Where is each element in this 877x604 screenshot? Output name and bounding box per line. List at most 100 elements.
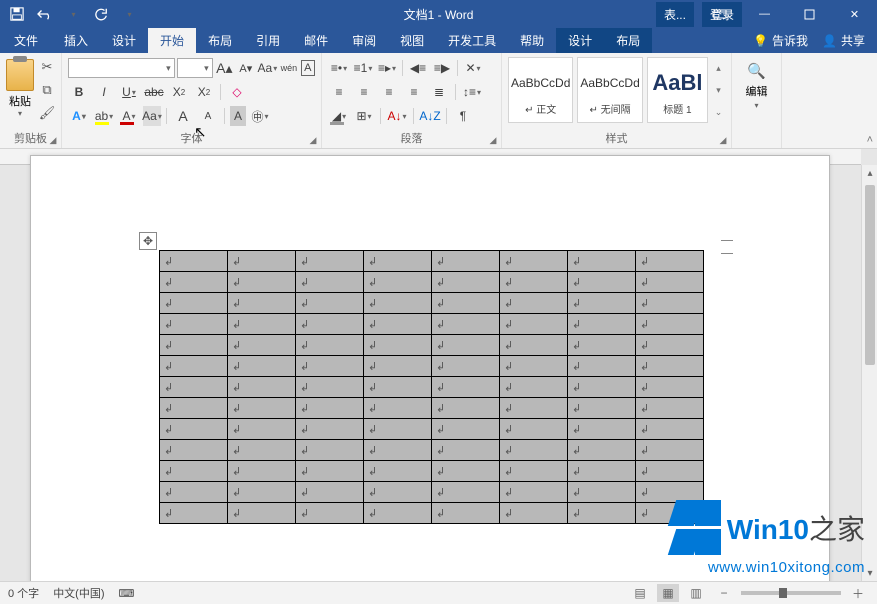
table-cell[interactable]: ↲ [432, 293, 500, 314]
minimize-button[interactable]: — [742, 0, 787, 28]
table-move-handle[interactable]: ✥ [139, 232, 157, 250]
share-button[interactable]: 👤共享 [822, 32, 865, 49]
scroll-up-button[interactable]: ▴ [862, 165, 877, 181]
table-cell[interactable]: ↲ [160, 419, 228, 440]
tab-help[interactable]: 帮助 [508, 28, 556, 53]
find-icon[interactable]: 🔍 [747, 61, 767, 81]
style-heading1[interactable]: AaBl 标题 1 [647, 57, 708, 123]
table-cell[interactable]: ↲ [500, 377, 568, 398]
ribbon-display-options[interactable] [697, 0, 742, 28]
table-cell[interactable]: ↲ [228, 314, 296, 335]
table-cell[interactable]: ↲ [432, 335, 500, 356]
shading-button[interactable]: ◢ [328, 106, 350, 126]
table-cell[interactable]: ↲ [364, 272, 432, 293]
collapse-ribbon-button[interactable]: ˄ [867, 134, 873, 146]
clear-formatting-button[interactable]: ◇ [226, 82, 248, 102]
tab-review[interactable]: 审阅 [340, 28, 388, 53]
italic-button[interactable]: I [93, 82, 115, 102]
table-cell[interactable]: ↲ [636, 314, 704, 335]
table-cell[interactable]: ↲ [636, 461, 704, 482]
tab-home[interactable]: 开始 [148, 28, 196, 53]
tell-me[interactable]: 💡告诉我 [753, 32, 808, 49]
table-cell[interactable]: ↲ [228, 398, 296, 419]
table-cell[interactable]: ↲ [636, 356, 704, 377]
text-effects-button[interactable]: A [68, 106, 90, 126]
undo-dropdown[interactable] [60, 2, 86, 26]
table-cell[interactable]: ↲ [568, 419, 636, 440]
table-cell[interactable]: ↲ [636, 272, 704, 293]
redo-button[interactable] [88, 2, 114, 26]
table-cell[interactable]: ↲ [500, 356, 568, 377]
cut-button[interactable]: ✂ [37, 57, 57, 77]
table-cell[interactable]: ↲ [568, 314, 636, 335]
phonetic-guide-button[interactable]: wén [279, 58, 298, 78]
table-cell[interactable]: ↲ [568, 293, 636, 314]
table-cell[interactable]: ↲ [160, 335, 228, 356]
table-cell[interactable]: ↲ [568, 377, 636, 398]
asian-layout-button[interactable]: ✕ [462, 58, 484, 78]
table-cell[interactable]: ↲ [296, 419, 364, 440]
tab-references[interactable]: 引用 [244, 28, 292, 53]
table-cell[interactable]: ↲ [636, 377, 704, 398]
table-cell[interactable]: ↲ [296, 335, 364, 356]
increase-indent-button[interactable]: ≡▶ [431, 58, 453, 78]
table-cell[interactable]: ↲ [500, 398, 568, 419]
table-cell[interactable]: ↲ [432, 482, 500, 503]
table-cell[interactable]: ↲ [364, 461, 432, 482]
change-case-button[interactable]: Aa [258, 58, 278, 78]
table-cell[interactable]: ↲ [364, 356, 432, 377]
align-right-button[interactable]: ≡ [378, 82, 400, 102]
styles-gallery-more[interactable]: ▴▾⌄ [712, 57, 725, 123]
clipboard-launcher[interactable]: ◢ [48, 135, 58, 145]
justify-button[interactable]: ≡ [403, 82, 425, 102]
table-cell[interactable]: ↲ [228, 419, 296, 440]
bullets-button[interactable]: ≡• [328, 58, 350, 78]
table-cell[interactable]: ↲ [160, 356, 228, 377]
table-cell[interactable]: ↲ [160, 314, 228, 335]
table-cell[interactable]: ↲ [500, 293, 568, 314]
table-cell[interactable]: ↲ [568, 440, 636, 461]
align-center-button[interactable]: ≡ [353, 82, 375, 102]
table-cell[interactable]: ↲ [364, 314, 432, 335]
style-normal[interactable]: AaBbCcDd ↵ 正文 [508, 57, 573, 123]
table-cell[interactable]: ↲ [432, 377, 500, 398]
undo-button[interactable] [32, 2, 58, 26]
table-cell[interactable]: ↲ [228, 272, 296, 293]
strike-button[interactable]: abc [143, 82, 165, 102]
table-cell[interactable]: ↲ [160, 293, 228, 314]
char-border-button[interactable]: A [301, 60, 315, 76]
copy-button[interactable]: ⧉ [37, 80, 57, 100]
superscript-button[interactable]: X2 [193, 82, 215, 102]
table-cell[interactable]: ↲ [228, 503, 296, 524]
char-scaling-button[interactable]: A [230, 106, 246, 126]
table-cell[interactable]: ↲ [432, 356, 500, 377]
table-cell[interactable]: ↲ [432, 272, 500, 293]
table-cell[interactable]: ↲ [500, 251, 568, 272]
table-cell[interactable]: ↲ [296, 293, 364, 314]
table-cell[interactable]: ↲ [636, 419, 704, 440]
numbering-button[interactable]: ≡1 [352, 58, 374, 78]
table-cell[interactable]: ↲ [364, 293, 432, 314]
table-cell[interactable]: ↲ [364, 335, 432, 356]
table-cell[interactable]: ↲ [364, 377, 432, 398]
tab-mailings[interactable]: 邮件 [292, 28, 340, 53]
table-cell[interactable]: ↲ [568, 461, 636, 482]
table-cell[interactable]: ↲ [500, 419, 568, 440]
line-spacing-button[interactable]: ↕≡ [461, 82, 483, 102]
font-name-combo[interactable] [68, 58, 175, 78]
table-cell[interactable]: ↲ [636, 335, 704, 356]
styles-launcher[interactable]: ◢ [718, 135, 728, 145]
language-status[interactable]: 中文(中国) [53, 585, 104, 601]
table-cell[interactable]: ↲ [364, 440, 432, 461]
table-cell[interactable]: ↲ [296, 398, 364, 419]
table-cell[interactable]: ↲ [636, 251, 704, 272]
table-cell[interactable]: ↲ [160, 461, 228, 482]
tab-design[interactable]: 设计 [100, 28, 148, 53]
table-cell[interactable]: ↲ [432, 314, 500, 335]
font-launcher[interactable]: ◢ [308, 135, 318, 145]
table-cell[interactable]: ↲ [568, 251, 636, 272]
tab-file[interactable]: 文件 [0, 28, 52, 53]
decrease-indent-button[interactable]: ◀≡ [407, 58, 429, 78]
tab-layout[interactable]: 布局 [196, 28, 244, 53]
table-cell[interactable]: ↲ [364, 398, 432, 419]
